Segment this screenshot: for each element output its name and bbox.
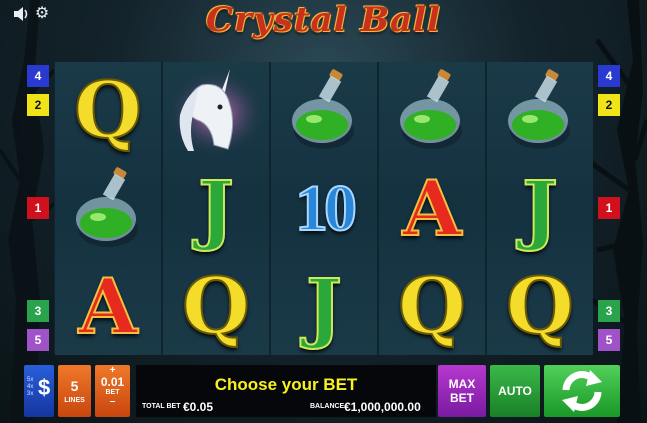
lines-value: 5 [70,378,79,394]
payline-left-5: 5 [27,329,49,351]
symbol-q: Q [397,260,467,352]
payline-right-1: 1 [598,197,620,219]
symbol-potion [379,62,485,159]
potion-icon [508,68,570,149]
symbol-potion [487,62,593,159]
potion-icon [76,166,138,247]
balance-label: BALANCE [310,403,345,410]
payline-left-1: 1 [27,197,49,219]
control-bar: 5x 4x 3x $ 5 LINES + 0.01 BET – Choose y… [24,362,624,420]
reels-area: Q A J Q 10 J A Q J Q [54,62,593,355]
payline-left-2: 2 [27,94,49,116]
payline-right-4: 4 [598,65,620,87]
symbol-q: Q [73,64,143,156]
symbol-potion [271,62,377,159]
reel-1: Q A [55,62,161,355]
reel-5: J Q [487,62,593,355]
symbol-q: Q [505,260,575,352]
status-message: Choose your BET [214,375,358,394]
paytable-button[interactable]: 5x 4x 3x $ [24,365,54,417]
total-bet-label: TOTAL BET [142,403,181,410]
potion-icon [400,68,462,149]
info-panel: Choose your BET TOTAL BET €0.05 BALANCE … [136,365,436,417]
spin-button[interactable] [544,365,620,417]
reel-4: A Q [379,62,485,355]
bet-value: 0.01 [100,375,125,389]
symbol-q: Q [181,260,251,352]
reel-2: J Q [163,62,269,355]
max-bet-button[interactable]: MAX BET [438,365,486,417]
symbol-potion [55,160,161,257]
reel-3: 10 J [271,62,377,355]
payline-left-4: 4 [27,65,49,87]
lines-label: LINES [64,397,85,404]
bet-minus-button[interactable]: – [95,397,130,407]
game-title: Crystal Ball [206,0,441,40]
symbol-j: J [521,163,559,253]
symbol-unicorn [163,62,269,159]
symbol-10: 10 [294,171,358,245]
symbol-j: J [197,163,235,253]
symbol-j: J [305,261,343,351]
dollar-icon: $ [38,375,51,400]
auto-button[interactable]: AUTO [490,365,540,417]
balance-value: €1,000,000.00 [344,400,421,414]
spin-arrows-icon [562,370,602,412]
payline-right-2: 2 [598,94,620,116]
bet-control: + 0.01 BET – [95,365,130,417]
lines-button[interactable]: 5 LINES [58,365,91,417]
potion-icon [292,68,354,149]
payline-right-3: 3 [598,300,620,322]
payline-right-5: 5 [598,329,620,351]
symbol-a: A [402,163,463,253]
symbol-a: A [78,261,139,351]
total-bet-value: €0.05 [183,400,214,414]
unicorn-icon [166,68,266,157]
top-bar: ⚙ Crystal Ball [0,0,647,52]
payline-left-3: 3 [27,300,49,322]
